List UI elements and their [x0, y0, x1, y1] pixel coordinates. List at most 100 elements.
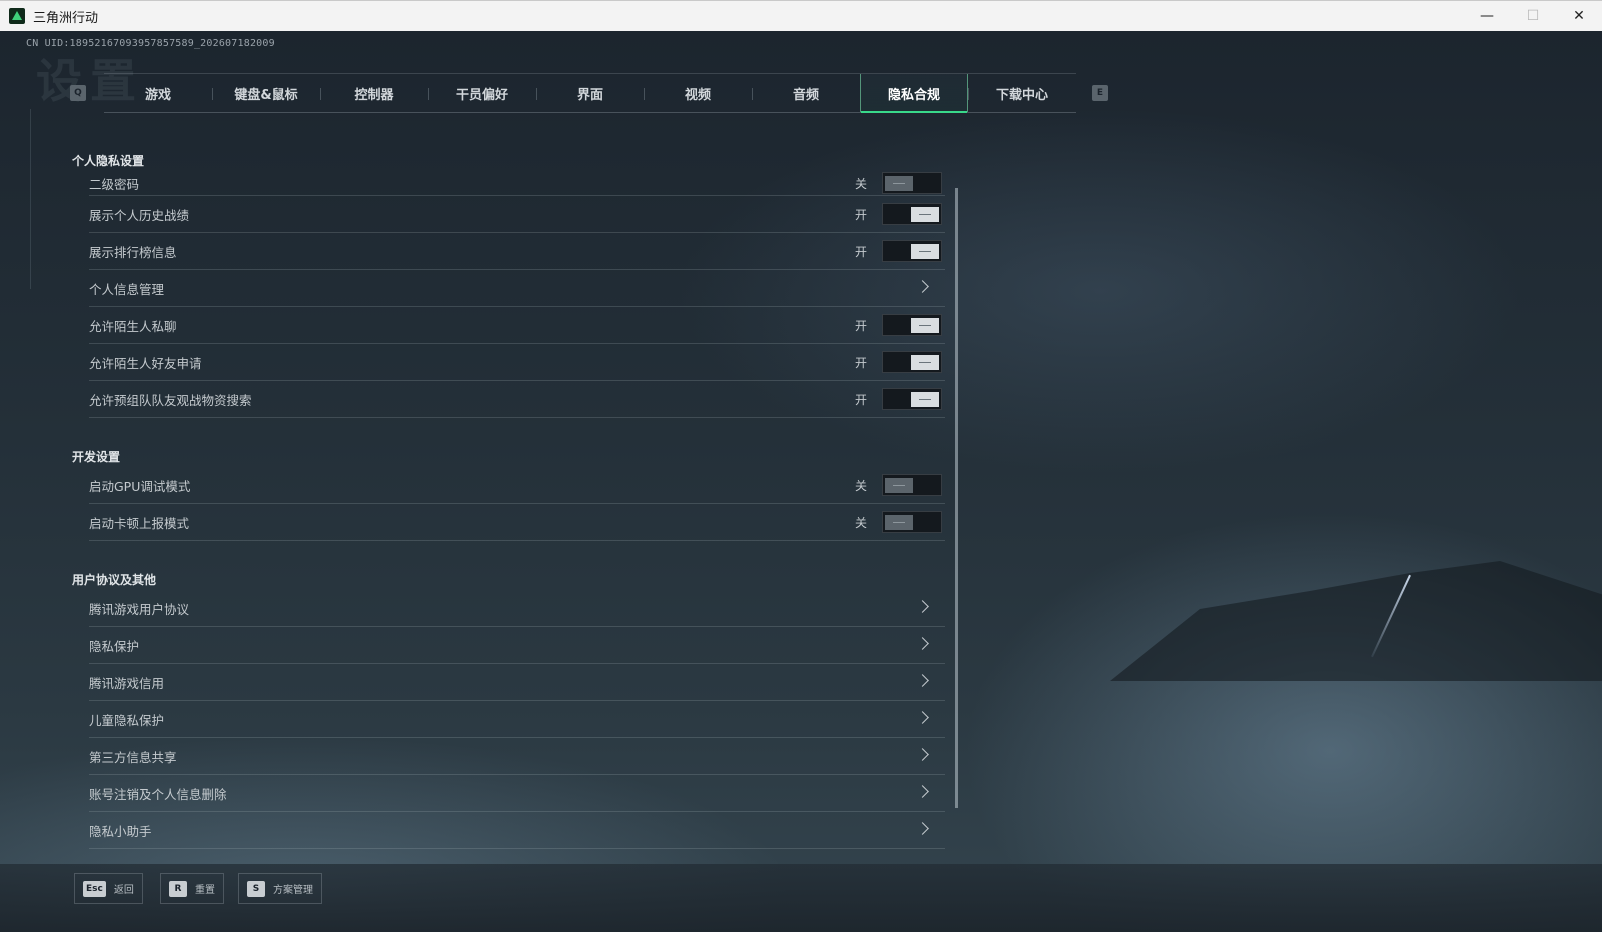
setting-label: 账号注销及个人信息删除 — [89, 786, 227, 802]
tab-5[interactable]: 视频 — [644, 74, 752, 112]
settings-tabs: 游戏 键盘&鼠标 控制器 干员偏好 界面 视频 音频 隐私合规 下载中心 — [104, 73, 1076, 113]
tab-1[interactable]: 键盘&鼠标 — [212, 74, 320, 112]
setting-label: 腾讯游戏用户协议 — [89, 601, 190, 617]
setting-label: 第三方信息共享 — [89, 749, 177, 765]
toggle-knob — [911, 354, 939, 370]
window-title: 三角洲行动 — [33, 10, 99, 26]
tab-8[interactable]: 下载中心 — [968, 74, 1076, 112]
setting-row[interactable]: 第三方信息共享 — [89, 738, 945, 775]
scrollbar[interactable] — [955, 188, 958, 808]
setting-label: 展示排行榜信息 — [89, 244, 177, 260]
section-title-agreements: 用户协议及其他 — [72, 572, 157, 587]
next-tab-key-hint[interactable]: E — [1092, 85, 1108, 101]
app-logo-icon — [9, 8, 25, 24]
tab-6[interactable]: 音频 — [752, 74, 860, 112]
toggle-state-label: 开 — [855, 244, 868, 259]
setting-row[interactable]: 腾讯游戏信用 — [89, 664, 945, 701]
setting-label: 个人信息管理 — [89, 281, 165, 297]
scheme-manage-label: 方案管理 — [273, 885, 313, 896]
setting-row[interactable]: 隐私小助手 — [89, 812, 945, 849]
toggle-knob — [911, 317, 939, 333]
toggle-state-label: 关 — [855, 176, 868, 191]
setting-row[interactable]: 允许陌生人好友申请 开 — [89, 344, 945, 381]
chevron-right-icon — [916, 600, 929, 613]
chevron-right-icon — [916, 711, 929, 724]
chevron-right-icon — [916, 674, 929, 687]
tab-0[interactable]: 游戏 — [104, 74, 212, 112]
toggle-knob — [885, 477, 913, 493]
toggle-switch[interactable] — [882, 240, 942, 262]
decorative-line — [30, 109, 31, 289]
toggle-switch[interactable] — [882, 511, 942, 533]
background-mountain — [1110, 561, 1602, 681]
setting-label: 允许预组队队友观战物资搜索 — [89, 392, 252, 408]
reset-button[interactable]: R 重置 — [160, 873, 224, 904]
section-title-dev: 开发设置 — [72, 449, 121, 464]
prev-tab-key-hint[interactable]: Q — [70, 85, 86, 101]
toggle-switch[interactable] — [882, 314, 942, 336]
tab-7[interactable]: 隐私合规 — [860, 74, 968, 113]
toggle-state-label: 开 — [855, 318, 868, 333]
setting-label: 隐私小助手 — [89, 823, 152, 839]
toggle-switch[interactable] — [882, 203, 942, 225]
setting-row[interactable]: 启动GPU调试模式 关 — [89, 467, 945, 504]
chevron-right-icon — [916, 822, 929, 835]
toggle-switch[interactable] — [882, 351, 942, 373]
window-controls: — ☐ ✕ — [1464, 1, 1602, 31]
chevron-right-icon — [916, 280, 929, 293]
setting-label: 隐私保护 — [89, 638, 140, 654]
tab-2[interactable]: 控制器 — [320, 74, 428, 112]
setting-label: 腾讯游戏信用 — [89, 675, 165, 691]
toggle-knob — [911, 206, 939, 222]
setting-label: 启动GPU调试模式 — [89, 478, 191, 494]
reset-label: 重置 — [195, 885, 215, 896]
toggle-state-label: 关 — [855, 515, 868, 530]
setting-label: 启动卡顿上报模式 — [89, 515, 190, 531]
s-key-hint: S — [247, 880, 265, 897]
setting-row[interactable]: 启动卡顿上报模式 关 — [89, 504, 945, 541]
setting-row[interactable]: 展示个人历史战绩 开 — [89, 196, 945, 233]
setting-label: 允许陌生人私聊 — [89, 318, 177, 334]
setting-row[interactable]: 允许预组队队友观战物资搜索 开 — [89, 381, 945, 418]
back-button[interactable]: Esc 返回 — [74, 873, 143, 904]
setting-label: 允许陌生人好友申请 — [89, 355, 202, 371]
r-key-hint: R — [169, 880, 187, 897]
chevron-right-icon — [916, 637, 929, 650]
setting-row[interactable]: 二级密码 关 — [89, 171, 945, 196]
setting-label: 二级密码 — [89, 176, 140, 192]
game-viewport: 设置 CN UID:1895216709395785758​9_20260718… — [0, 31, 1602, 932]
setting-label: 展示个人历史战绩 — [89, 207, 190, 223]
toggle-knob — [885, 514, 913, 530]
bottom-action-bar: Esc 返回 R 重置 S 方案管理 — [0, 864, 1602, 932]
maximize-button[interactable]: ☐ — [1510, 1, 1556, 31]
setting-row[interactable]: 账号注销及个人信息删除 — [89, 775, 945, 812]
chevron-right-icon — [916, 748, 929, 761]
toggle-switch[interactable] — [882, 172, 942, 194]
setting-row[interactable]: 展示排行榜信息 开 — [89, 233, 945, 270]
scheme-manage-button[interactable]: S 方案管理 — [238, 873, 322, 904]
close-button[interactable]: ✕ — [1556, 1, 1602, 31]
setting-row[interactable]: 腾讯游戏用户协议 — [89, 590, 945, 627]
tab-3[interactable]: 干员偏好 — [428, 74, 536, 112]
uid-label: CN UID:1895216709395785758​9_20260718200… — [26, 38, 275, 49]
setting-label: 儿童隐私保护 — [89, 712, 165, 728]
toggle-switch[interactable] — [882, 388, 942, 410]
minimize-button[interactable]: — — [1464, 1, 1510, 31]
settings-panel: 个人隐私设置 二级密码关展示个人历史战绩开展示排行榜信息开个人信息管理 允许陌生人私… — [72, 149, 962, 879]
chevron-right-icon — [916, 785, 929, 798]
setting-row[interactable]: 个人信息管理 — [89, 270, 945, 307]
setting-row[interactable]: 允许陌生人私聊 开 — [89, 307, 945, 344]
toggle-state-label: 开 — [855, 392, 868, 407]
toggle-knob — [911, 243, 939, 259]
toggle-switch[interactable] — [882, 474, 942, 496]
toggle-state-label: 开 — [855, 355, 868, 370]
esc-key-hint: Esc — [83, 880, 106, 897]
toggle-knob — [911, 391, 939, 407]
settings-tabs-bar: Q 游戏 键盘&鼠标 控制器 干员偏好 界面 视频 音频 隐私合规 下载中心 E — [70, 73, 1108, 113]
toggle-state-label: 关 — [855, 478, 868, 493]
setting-row[interactable]: 儿童隐私保护 — [89, 701, 945, 738]
setting-row[interactable]: 隐私保护 — [89, 627, 945, 664]
tab-4[interactable]: 界面 — [536, 74, 644, 112]
